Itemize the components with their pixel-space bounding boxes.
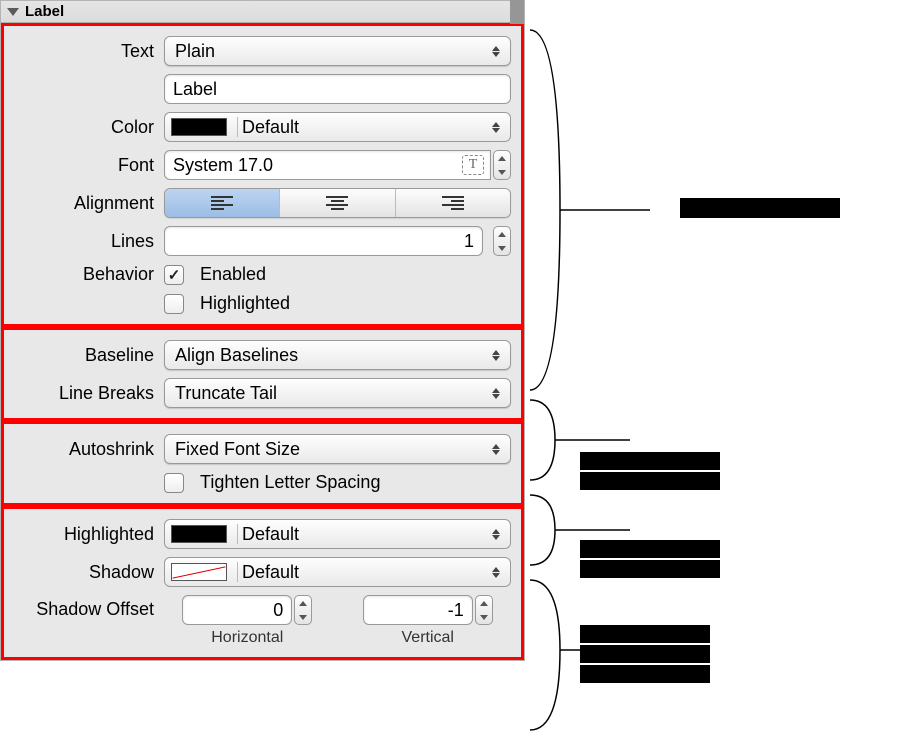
stepper-down-icon[interactable] [476, 610, 492, 624]
disclosure-triangle-icon[interactable] [7, 8, 19, 16]
group-autoshrink: Autoshrink Fixed Font Size Tighten Lette… [1, 421, 524, 506]
group-highlight-shadow: Highlighted Default Shadow Default [1, 506, 524, 660]
highlighted-checkbox[interactable] [164, 294, 184, 314]
stepper-down-icon[interactable] [494, 241, 510, 255]
popup-caret-icon [492, 348, 502, 362]
panel-header[interactable]: Label [1, 1, 524, 23]
panel-title: Label [25, 3, 64, 20]
tighten-checkbox[interactable] [164, 473, 184, 493]
popup-caret-icon [492, 44, 502, 58]
label-alignment: Alignment [14, 193, 164, 214]
label-color: Color [14, 117, 164, 138]
shadow-offset-v-label: Vertical [402, 629, 454, 647]
font-size-stepper[interactable] [493, 150, 511, 180]
shadow-offset-h-stepper[interactable] [294, 595, 312, 625]
label-font: Font [14, 155, 164, 176]
lines-stepper[interactable] [493, 226, 511, 256]
label-highlighted-color: Highlighted [14, 524, 164, 545]
highlighted-color-popup[interactable]: Default [164, 519, 511, 549]
text-color-popup[interactable]: Default [164, 112, 511, 142]
label-lines: Lines [14, 231, 164, 252]
lines-input[interactable] [164, 226, 483, 256]
text-mode-value: Plain [175, 41, 215, 62]
linebreaks-popup[interactable]: Truncate Tail [164, 378, 511, 408]
font-value: System 17.0 [173, 155, 273, 176]
align-right-icon [442, 196, 464, 210]
stepper-up-icon[interactable] [295, 596, 311, 610]
linebreaks-value: Truncate Tail [175, 383, 277, 404]
panel-corner-grip [510, 0, 524, 24]
label-shadow-offset: Shadow Offset [14, 595, 164, 620]
stepper-up-icon[interactable] [494, 227, 510, 241]
font-field[interactable]: System 17.0 T [164, 150, 491, 180]
label-shadow: Shadow [14, 562, 164, 583]
text-mode-popup[interactable]: Plain [164, 36, 511, 66]
baseline-value: Align Baselines [175, 345, 298, 366]
shadow-offset-v-input[interactable] [363, 595, 473, 625]
popup-caret-icon [492, 120, 502, 134]
text-color-value: Default [242, 117, 299, 138]
stepper-down-icon[interactable] [295, 610, 311, 624]
align-center-button[interactable] [280, 189, 395, 217]
label-behavior: Behavior [14, 264, 164, 285]
align-left-icon [211, 196, 233, 210]
shadow-color-value: Default [242, 562, 299, 583]
shadow-color-popup[interactable]: Default [164, 557, 511, 587]
color-swatch-icon [171, 118, 227, 136]
shadow-offset-h-input[interactable] [182, 595, 292, 625]
stepper-down-icon[interactable] [494, 165, 510, 179]
group-baseline-linebreaks: Baseline Align Baselines Line Breaks Tru… [1, 327, 524, 421]
align-center-icon [326, 196, 348, 210]
text-value-input[interactable] [164, 74, 511, 104]
popup-caret-icon [492, 442, 502, 456]
shadow-offset-v-stepper[interactable] [475, 595, 493, 625]
align-right-button[interactable] [396, 189, 510, 217]
highlighted-color-value: Default [242, 524, 299, 545]
align-left-button[interactable] [165, 189, 280, 217]
enabled-checkbox[interactable] [164, 265, 184, 285]
alignment-segmented[interactable] [164, 188, 511, 218]
color-swatch-icon [171, 525, 227, 543]
highlighted-checkbox-label: Highlighted [200, 293, 290, 314]
popup-caret-icon [492, 527, 502, 541]
label-text: Text [14, 41, 164, 62]
label-autoshrink: Autoshrink [14, 439, 164, 460]
stepper-up-icon[interactable] [476, 596, 492, 610]
autoshrink-value: Fixed Font Size [175, 439, 300, 460]
shadow-offset-h-label: Horizontal [211, 629, 283, 647]
autoshrink-popup[interactable]: Fixed Font Size [164, 434, 511, 464]
popup-caret-icon [492, 565, 502, 579]
stepper-up-icon[interactable] [494, 151, 510, 165]
label-inspector-panel: Label Text Plain Color [0, 0, 525, 661]
tighten-checkbox-label: Tighten Letter Spacing [200, 472, 380, 493]
label-baseline: Baseline [14, 345, 164, 366]
font-picker-icon[interactable]: T [462, 155, 484, 175]
label-linebreaks: Line Breaks [14, 383, 164, 404]
color-swatch-none-icon [171, 563, 227, 581]
enabled-checkbox-label: Enabled [200, 264, 266, 285]
popup-caret-icon [492, 386, 502, 400]
group-text-appearance: Text Plain Color Default [1, 23, 524, 327]
baseline-popup[interactable]: Align Baselines [164, 340, 511, 370]
